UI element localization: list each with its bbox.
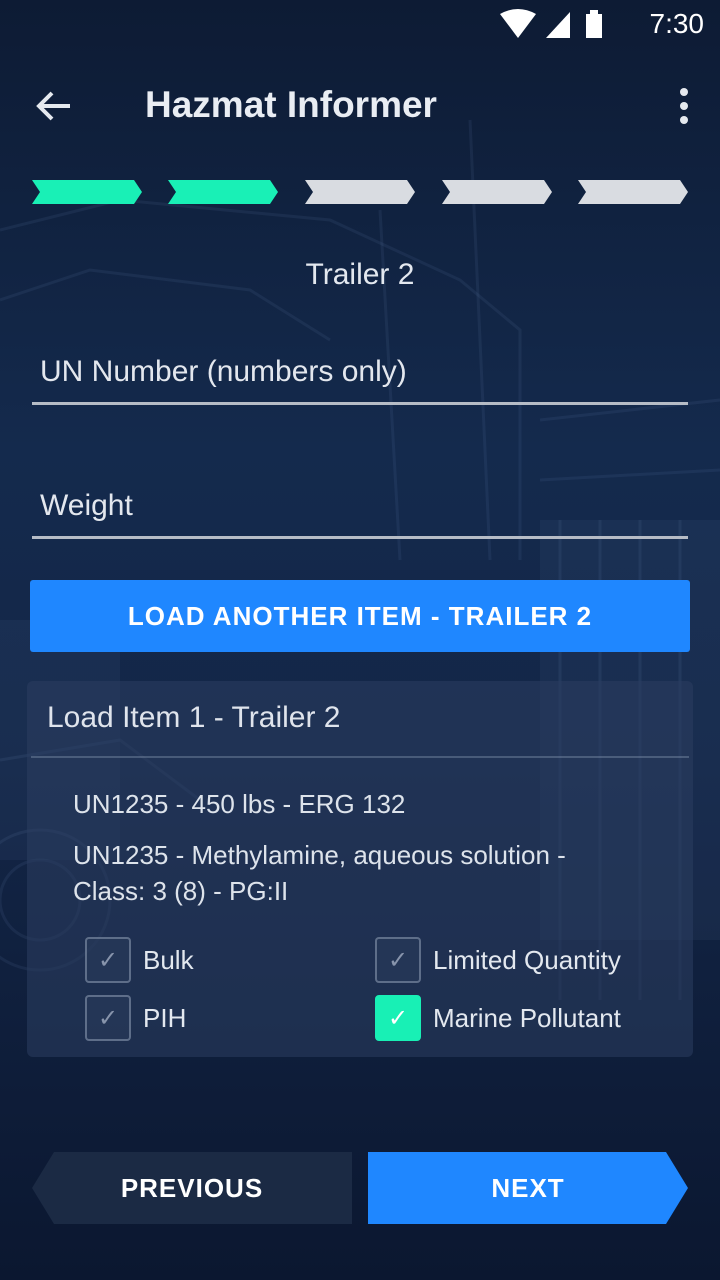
overflow-menu-button[interactable]: [666, 80, 702, 132]
step-4-chevron: [442, 180, 552, 204]
check-icon: ✓: [97, 946, 119, 974]
step-3: [305, 180, 415, 204]
check-icon: ✓: [387, 946, 409, 974]
check-icon: ✓: [387, 1004, 409, 1032]
load-item-card: Load Item 1 - Trailer 2 UN1235 - 450 lbs…: [27, 681, 693, 1057]
battery-icon: [586, 14, 602, 38]
step-2-chevron: [168, 180, 278, 204]
load-item-title: Load Item 1 - Trailer 2: [47, 701, 341, 734]
marine-pollutant-checkbox[interactable]: ✓: [375, 995, 421, 1041]
step-4: [442, 180, 552, 204]
un-number-input[interactable]: [32, 342, 688, 402]
weight-input[interactable]: [32, 476, 688, 536]
marine-pollutant-label: Marine Pollutant: [433, 1002, 621, 1033]
step-1-chevron: [32, 180, 142, 204]
pih-checkbox-item[interactable]: ✓ PIH: [85, 995, 186, 1041]
limited-quantity-checkbox[interactable]: ✓: [375, 937, 421, 983]
step-1: [32, 180, 142, 204]
wifi-icon: [500, 9, 536, 38]
previous-button-label: PREVIOUS: [120, 1172, 264, 1203]
progress-stepper: [32, 180, 688, 204]
bulk-checkbox-item[interactable]: ✓ Bulk: [85, 937, 194, 983]
check-icon: ✓: [97, 1004, 119, 1032]
status-time: 7:30: [649, 8, 705, 39]
card-divider: [31, 756, 689, 758]
more-vertical-icon: [680, 88, 688, 124]
load-item-description: UN1235 - Methylamine, aqueous solution -…: [73, 840, 566, 906]
pih-checkbox[interactable]: ✓: [85, 995, 131, 1041]
step-5: [578, 180, 688, 204]
pih-label: PIH: [143, 1002, 187, 1033]
bulk-label: Bulk: [143, 944, 194, 975]
step-3-chevron: [305, 180, 415, 204]
next-button-label: NEXT: [491, 1172, 565, 1203]
bulk-checkbox[interactable]: ✓: [85, 937, 131, 983]
limited-quantity-label: Limited Quantity: [433, 944, 621, 975]
previous-button[interactable]: PREVIOUS: [32, 1152, 352, 1224]
status-bar: 7:30: [0, 0, 720, 48]
app-bar: Hazmat Informer: [0, 58, 720, 154]
step-2: [168, 180, 278, 204]
app-title: Hazmat Informer: [145, 84, 437, 125]
step-5-chevron: [578, 180, 688, 204]
status-icons: [500, 9, 602, 38]
next-button[interactable]: NEXT: [368, 1152, 688, 1224]
un-number-field: [32, 342, 688, 405]
limited-quantity-checkbox-item[interactable]: ✓ Limited Quantity: [375, 937, 621, 983]
marine-pollutant-checkbox-item[interactable]: ✓ Marine Pollutant: [375, 995, 621, 1041]
arrow-left-icon: [36, 91, 70, 121]
weight-field: [32, 476, 688, 539]
load-another-item-button[interactable]: LOAD ANOTHER ITEM - TRAILER 2: [30, 580, 690, 652]
back-button[interactable]: [24, 80, 84, 132]
trailer-subtitle: Trailer 2: [305, 258, 415, 291]
signal-icon: [546, 12, 570, 38]
load-item-summary: UN1235 - 450 lbs - ERG 132: [73, 789, 406, 819]
